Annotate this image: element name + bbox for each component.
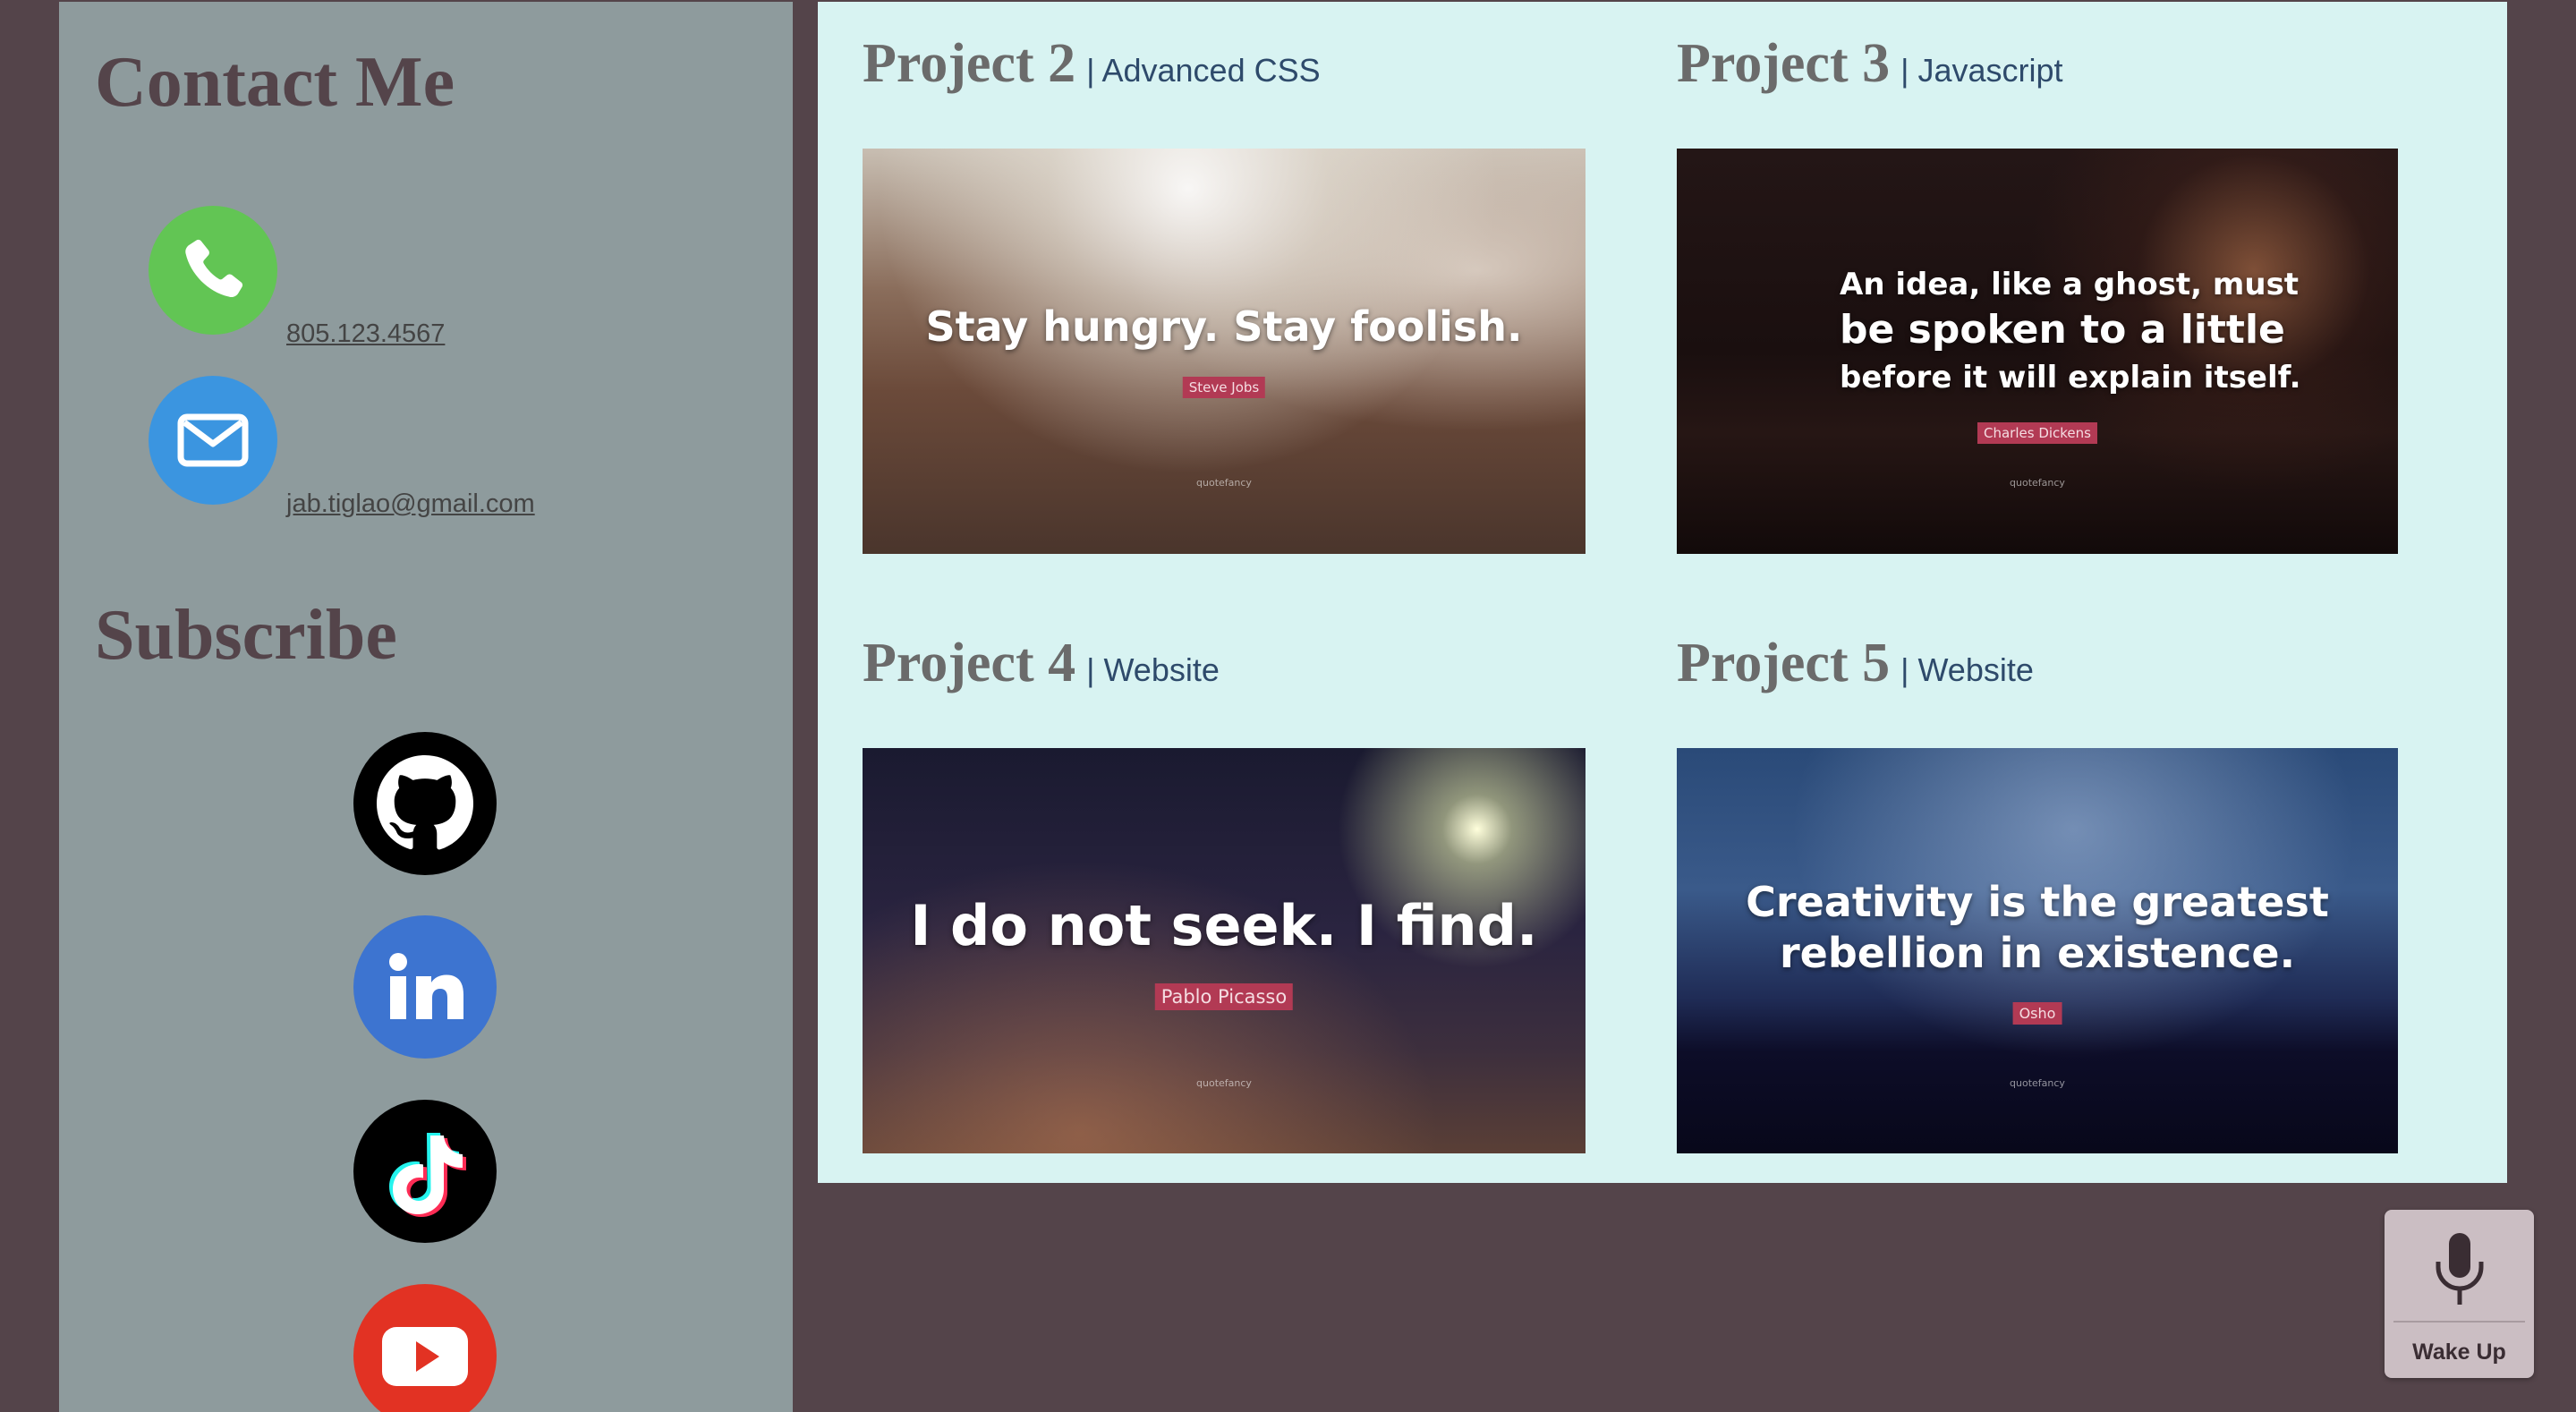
quote-line: be spoken to a little xyxy=(1840,307,2285,353)
quote-text: I do not seek. I find. xyxy=(910,893,1538,958)
project-subtitle: | Website xyxy=(1086,651,1220,688)
subscribe-title: Subscribe xyxy=(95,596,397,675)
projects-panel: Project 2 | Advanced CSS Stay hungry. Sta… xyxy=(818,2,2507,1183)
project-name: Project 4 xyxy=(863,633,1076,693)
linkedin-glyph xyxy=(389,953,463,1019)
tiktok-glyph xyxy=(389,1133,466,1217)
divider xyxy=(2393,1321,2525,1323)
youtube-glyph xyxy=(382,1327,468,1386)
quote-author: Steve Jobs xyxy=(1182,377,1266,398)
project-title: Project 3 | Javascript xyxy=(1677,32,2063,96)
sidebar: Contact Me 805.123.4567 jab.tiglao@gmail… xyxy=(59,2,793,1412)
quote-line: before it will explain itself. xyxy=(1840,360,2301,396)
project-thumbnail[interactable]: Creativity is the greatest rebellion in … xyxy=(1677,748,2398,1153)
project-thumbnail[interactable]: Stay hungry. Stay foolish. Steve Jobs qu… xyxy=(863,149,1586,554)
project-name: Project 5 xyxy=(1677,633,1891,693)
microphone-icon xyxy=(2436,1233,2484,1305)
github-icon[interactable] xyxy=(353,732,497,875)
phone-icon[interactable] xyxy=(149,206,277,335)
project-title: Project 2 | Advanced CSS xyxy=(863,32,1321,96)
tiktok-icon[interactable] xyxy=(353,1100,497,1243)
project-subtitle: | Website xyxy=(1900,651,2034,688)
phone-link[interactable]: 805.123.4567 xyxy=(286,319,445,349)
envelope-glyph xyxy=(177,413,249,467)
project-thumbnail[interactable]: I do not seek. I find. Pablo Picasso quo… xyxy=(863,748,1586,1153)
project-title: Project 5 | Website xyxy=(1677,632,2034,695)
project-name: Project 3 xyxy=(1677,33,1891,94)
quote-text: Stay hungry. Stay foolish. xyxy=(925,302,1523,351)
quote-brand: quotefancy xyxy=(2010,1077,2065,1089)
quote-line: rebellion in existence. xyxy=(1779,929,2296,977)
quote-author: Osho xyxy=(2012,1002,2062,1025)
linkedin-icon[interactable] xyxy=(353,915,497,1059)
quote-line: Creativity is the greatest xyxy=(1746,878,2329,926)
project-subtitle: | Javascript xyxy=(1900,52,2063,89)
quote-brand: quotefancy xyxy=(1196,477,1252,489)
youtube-icon[interactable] xyxy=(353,1284,497,1412)
quote-brand: quotefancy xyxy=(2010,477,2065,489)
contact-title: Contact Me xyxy=(95,43,455,122)
email-link[interactable]: jab.tiglao@gmail.com xyxy=(286,489,535,519)
quote-author: Pablo Picasso xyxy=(1154,983,1294,1010)
project-thumbnail[interactable]: An idea, like a ghost, must be spoken to… xyxy=(1677,149,2398,554)
mail-icon[interactable] xyxy=(149,376,277,505)
wake-up-label: Wake Up xyxy=(2412,1340,2506,1365)
project-name: Project 2 xyxy=(863,33,1076,94)
wake-up-button[interactable]: Wake Up xyxy=(2385,1210,2534,1378)
phone-glyph xyxy=(185,239,243,298)
quote-line: An idea, like a ghost, must xyxy=(1840,267,2300,302)
github-glyph xyxy=(377,755,473,850)
quote-author: Charles Dickens xyxy=(1977,422,2097,444)
quote-brand: quotefancy xyxy=(1196,1077,1252,1089)
project-subtitle: | Advanced CSS xyxy=(1086,52,1321,89)
project-title: Project 4 | Website xyxy=(863,632,1220,695)
